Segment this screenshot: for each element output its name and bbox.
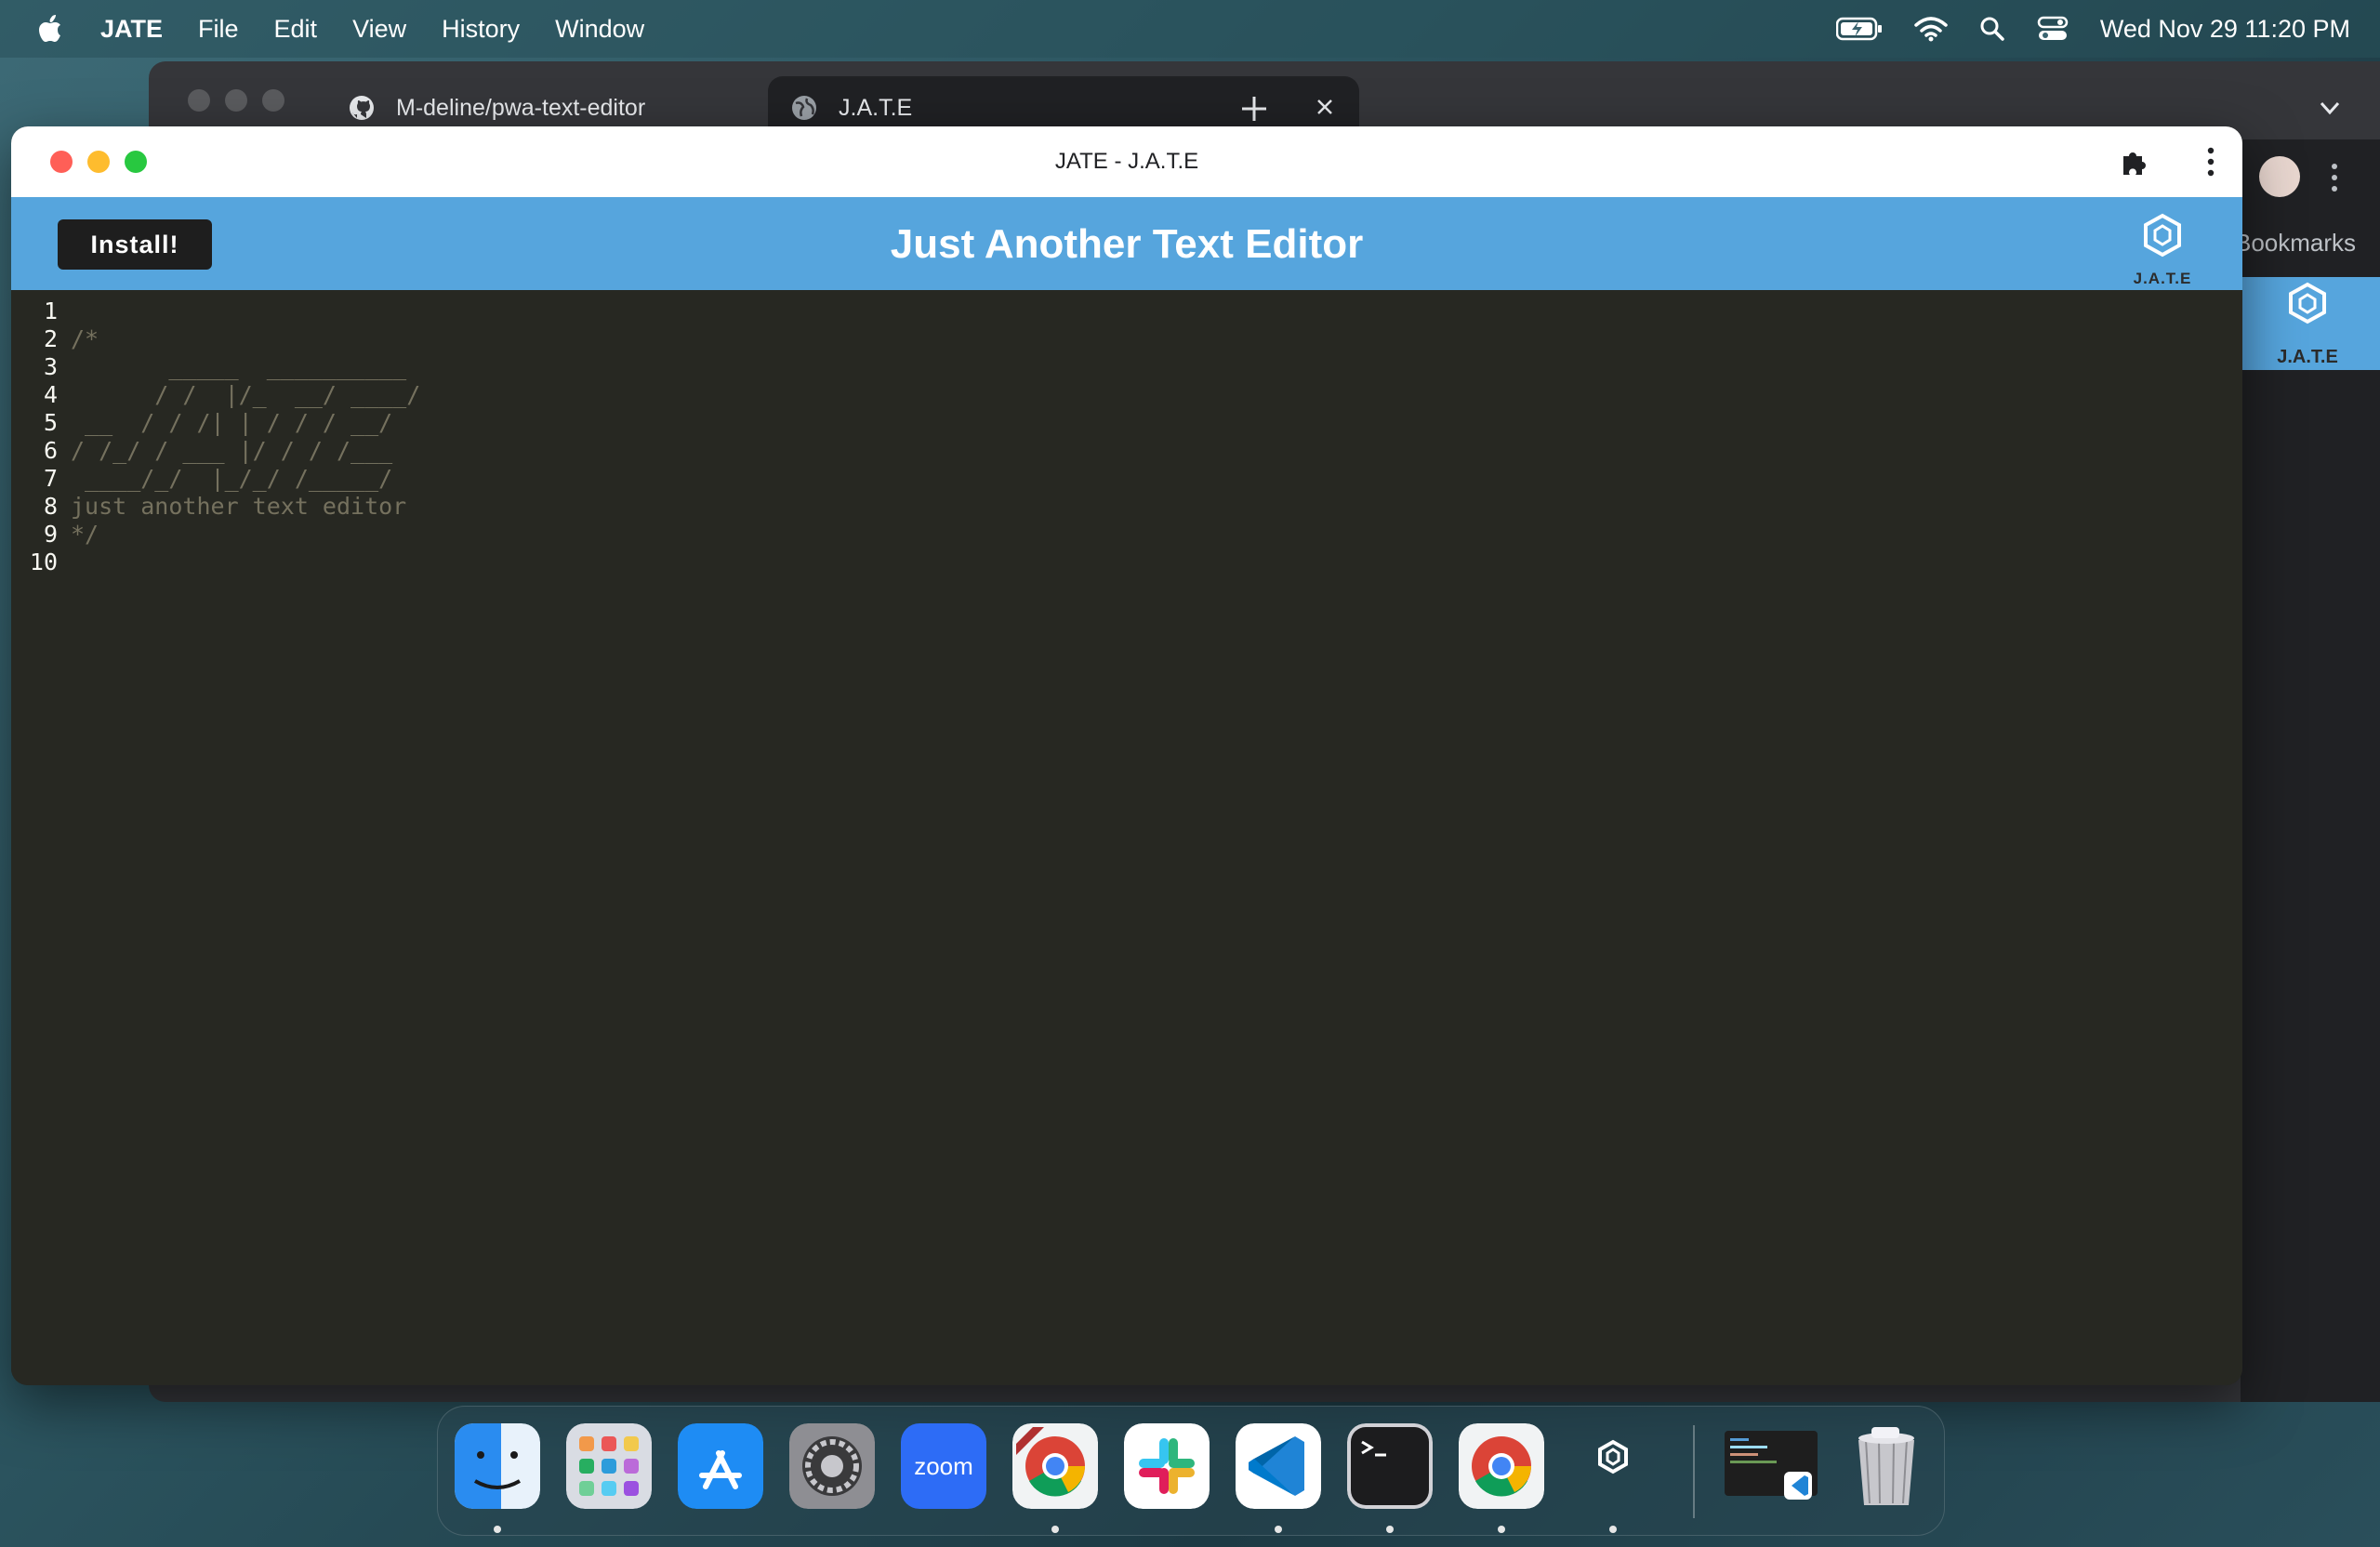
window-title: JATE - J.A.T.E [1054, 149, 1199, 174]
launchpad-icon[interactable] [566, 1423, 652, 1509]
menu-view[interactable]: View [352, 15, 406, 44]
editor-line[interactable]: 4 / / |/_ __/ ____/ [11, 381, 420, 409]
editor-line[interactable]: 5 __ / / /| | / / / __/ [11, 409, 392, 437]
line-text[interactable]: / /_/ / ___ |/ / / /___ [60, 437, 392, 465]
tab-label-github: M-deline/pwa-text-editor [396, 94, 646, 121]
editor-line[interactable]: 6/ /_/ / ___ |/ / / /___ [11, 437, 392, 465]
editor-line[interactable]: 2/* [11, 325, 99, 353]
finder-icon[interactable] [455, 1423, 540, 1509]
window-maximize-button[interactable] [125, 151, 147, 173]
control-center-icon[interactable] [2037, 16, 2069, 42]
editor-line[interactable]: 9 */ [11, 521, 99, 549]
apple-icon[interactable] [37, 13, 63, 45]
search-icon[interactable] [1979, 16, 2005, 42]
menu-history[interactable]: History [442, 15, 520, 44]
zoom-icon[interactable]: zoom [901, 1423, 986, 1509]
line-text[interactable]: /* [60, 325, 99, 353]
line-number: 3 [43, 353, 58, 380]
jate-logo-icon: J.A.T.E [2277, 282, 2338, 367]
chevron-down-icon[interactable] [2317, 95, 2343, 121]
editor-line[interactable]: 1 [11, 298, 71, 325]
jate-logo-text: J.A.T.E [2277, 347, 2338, 367]
profile-avatar[interactable] [2259, 156, 2300, 197]
running-indicator [494, 1526, 501, 1533]
menu-edit[interactable]: Edit [274, 15, 318, 44]
dock: zoom [437, 1406, 1945, 1536]
jate-logo: J.A.T.E [2125, 208, 2200, 287]
trash-icon[interactable] [1844, 1423, 1929, 1509]
menu-clock[interactable]: Wed Nov 29 11:20 PM [2100, 15, 2350, 44]
running-indicator [1386, 1526, 1394, 1533]
line-text[interactable]: / / |/_ __/ ____/ [60, 381, 420, 409]
wifi-icon[interactable] [1914, 16, 1948, 42]
editor-line[interactable]: 7 ____/_/ |_/_/ /_____/ [11, 465, 392, 493]
terminal-icon[interactable] [1347, 1423, 1433, 1509]
app-header: Install! Just Another Text Editor J.A.T.… [11, 197, 2242, 290]
running-indicator [1498, 1526, 1505, 1533]
app-store-icon[interactable] [678, 1423, 763, 1509]
menu-bar: JATE File Edit View History Window Wed N… [0, 0, 2380, 58]
window-close-button[interactable] [50, 151, 73, 173]
window-minimize-button[interactable] [225, 89, 247, 112]
window-maximize-button[interactable] [262, 89, 284, 112]
line-number: 10 [29, 549, 58, 575]
running-indicator [1609, 1526, 1617, 1533]
more-options-icon[interactable] [2205, 145, 2216, 178]
jate-logo-icon [2144, 213, 2181, 258]
jate-app-window: JATE - J.A.T.E Install! Just Another Tex… [11, 126, 2242, 1385]
system-settings-icon[interactable] [789, 1423, 875, 1509]
editor-line[interactable]: 3 _____ __________ [11, 353, 406, 381]
editor-line[interactable]: 8 just another text editor [11, 493, 406, 521]
more-options-icon[interactable] [2329, 162, 2340, 193]
line-text[interactable]: __ / / /| | / / / __/ [60, 409, 392, 437]
new-tab-icon[interactable] [1238, 93, 1270, 125]
vscode-icon[interactable] [1236, 1423, 1321, 1509]
window-minimize-button[interactable] [87, 151, 110, 173]
tab-label-jate: J.A.T.E [839, 94, 913, 121]
line-number: 5 [43, 409, 58, 436]
slack-icon[interactable] [1124, 1423, 1210, 1509]
line-number: 6 [43, 437, 58, 464]
code-editor[interactable]: 1 2/* 3 _____ __________ 4 / / |/_ __/ _… [11, 290, 2242, 1385]
github-icon [350, 96, 374, 120]
line-text[interactable]: _____ __________ [60, 353, 406, 381]
background-app-header: J.A.T.E [2241, 277, 2380, 370]
line-number: 9 [43, 521, 58, 548]
zoom-label: zoom [914, 1451, 973, 1480]
bookmarks-label[interactable]: Bookmarks [2235, 229, 2356, 258]
running-indicator [1051, 1526, 1059, 1533]
line-number: 7 [43, 465, 58, 492]
globe-icon [792, 96, 816, 120]
close-icon[interactable] [1313, 95, 1337, 119]
jate-logo-text: J.A.T.E [2133, 270, 2192, 287]
jate-app-icon[interactable] [1570, 1423, 1656, 1509]
editor-line[interactable]: 10 [11, 549, 71, 576]
menu-app-name[interactable]: JATE [100, 15, 163, 44]
line-text[interactable]: */ [60, 521, 99, 549]
app-title-bar: JATE - J.A.T.E [11, 126, 2242, 197]
vscode-window-preview[interactable] [1721, 1423, 1823, 1509]
dock-separator [1693, 1425, 1695, 1518]
line-number: 4 [43, 381, 58, 408]
app-title: Just Another Text Editor [890, 221, 1364, 267]
window-close-button[interactable] [188, 89, 210, 112]
line-number: 8 [43, 493, 58, 520]
line-text[interactable]: ____/_/ |_/_/ /_____/ [60, 465, 392, 493]
menu-file[interactable]: File [198, 15, 239, 44]
line-text[interactable]: just another text editor [60, 493, 406, 521]
extensions-puzzle-icon[interactable] [2120, 145, 2151, 177]
line-number: 2 [43, 325, 58, 352]
chrome-dev-icon[interactable] [1012, 1423, 1098, 1509]
line-number: 1 [43, 298, 58, 324]
running-indicator [1275, 1526, 1282, 1533]
battery-icon[interactable] [1835, 16, 1883, 42]
chrome-icon[interactable] [1459, 1423, 1544, 1509]
menu-window[interactable]: Window [555, 15, 644, 44]
